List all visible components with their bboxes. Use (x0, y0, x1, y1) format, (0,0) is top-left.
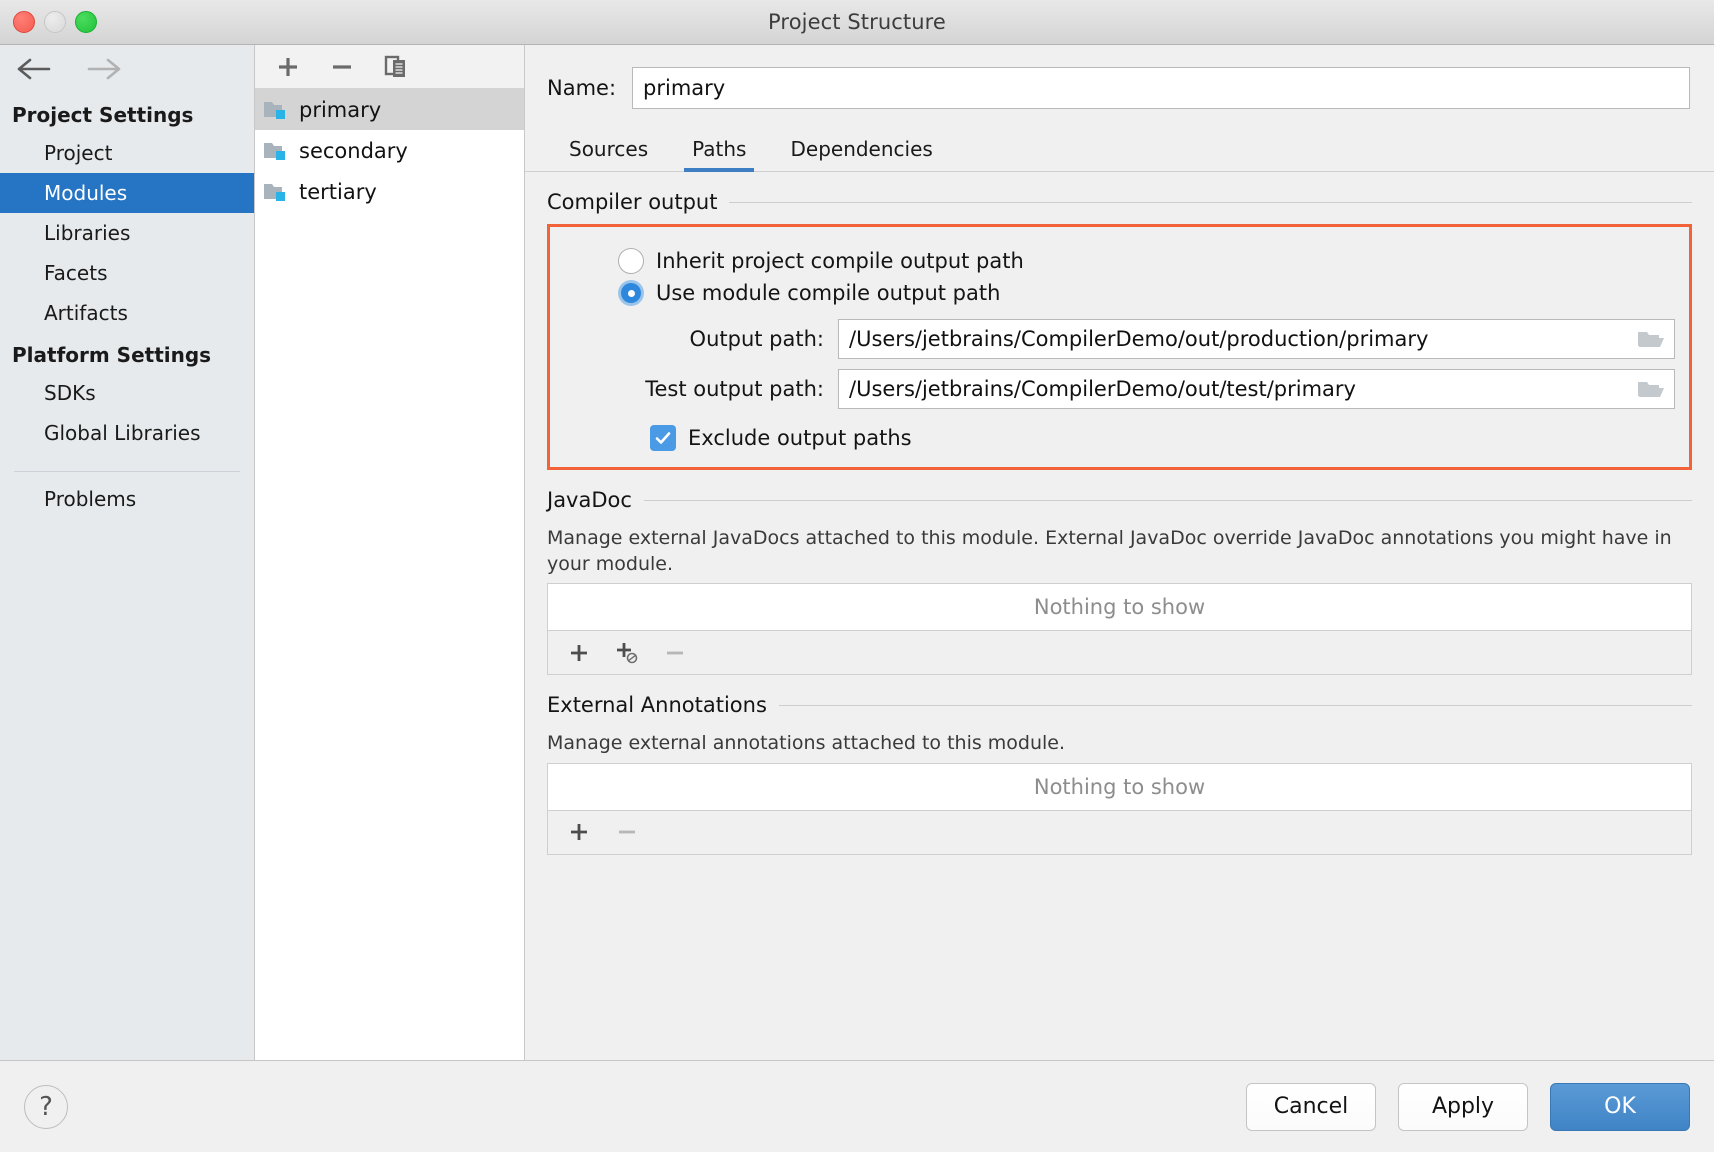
javadoc-toolbar (547, 631, 1692, 675)
use-module-output-radio-row[interactable]: Use module compile output path (564, 277, 1675, 309)
section-rule (729, 202, 1692, 203)
sidebar-item-global-libraries[interactable]: Global Libraries (0, 413, 254, 453)
output-path-label: Output path: (564, 327, 824, 351)
settings-sidebar: Project Settings Project Modules Librari… (0, 45, 255, 1060)
test-output-path-field[interactable]: /Users/jetbrains/CompilerDemo/out/test/p… (838, 369, 1675, 409)
minus-icon (612, 817, 642, 847)
minimize-button[interactable] (44, 11, 66, 33)
external-annotations-description: Manage external annotations attached to … (547, 717, 1692, 763)
module-name: primary (299, 98, 381, 122)
use-module-output-label: Use module compile output path (656, 281, 1000, 305)
javadoc-section-header: JavaDoc (547, 470, 1692, 512)
sidebar-item-libraries[interactable]: Libraries (0, 213, 254, 253)
section-rule (644, 500, 1692, 501)
plus-icon[interactable] (564, 638, 594, 668)
list-item[interactable]: tertiary (255, 171, 524, 212)
dialog-body: Project Settings Project Modules Librari… (0, 45, 1714, 1060)
window-title: Project Structure (768, 10, 946, 34)
ok-button[interactable]: OK (1550, 1083, 1690, 1131)
sidebar-item-problems[interactable]: Problems (0, 472, 254, 519)
tab-sources[interactable]: Sources (547, 131, 670, 171)
help-icon[interactable]: ? (24, 1085, 68, 1129)
plus-icon[interactable] (273, 52, 303, 82)
editor-tabs: Sources Paths Dependencies (525, 109, 1714, 172)
module-editor: Name: Sources Paths Dependencies Compile… (525, 45, 1714, 1060)
test-output-path-value: /Users/jetbrains/CompilerDemo/out/test/p… (849, 377, 1634, 401)
inherit-output-radio-row[interactable]: Inherit project compile output path (564, 245, 1675, 277)
arrow-right-icon[interactable] (84, 55, 124, 83)
copy-icon[interactable] (381, 52, 411, 82)
external-annotations-toolbar (547, 811, 1692, 855)
modules-toolbar (255, 45, 524, 89)
nav-group-title-project-settings: Project Settings (0, 93, 254, 133)
sidebar-item-project[interactable]: Project (0, 133, 254, 173)
arrow-left-icon[interactable] (14, 55, 54, 83)
modules-list-panel: primary secondary tertia (255, 45, 525, 1060)
javadoc-label: JavaDoc (547, 488, 632, 512)
window-controls (13, 11, 97, 33)
javadoc-description: Manage external JavaDocs attached to thi… (547, 512, 1692, 583)
module-folder-icon (263, 181, 289, 203)
output-path-row: Output path: /Users/jetbrains/CompilerDe… (564, 309, 1675, 359)
minus-icon (660, 638, 690, 668)
radio-unchecked-icon[interactable] (618, 248, 644, 274)
test-output-path-row: Test output path: /Users/jetbrains/Compi… (564, 359, 1675, 409)
folder-open-icon[interactable] (1634, 325, 1668, 353)
nav-group-title-platform-settings: Platform Settings (0, 333, 254, 373)
section-rule (779, 705, 1692, 706)
external-annotations-list[interactable]: Nothing to show (547, 763, 1692, 811)
radio-checked-icon[interactable] (618, 280, 644, 306)
tab-paths[interactable]: Paths (670, 131, 768, 171)
output-path-field[interactable]: /Users/jetbrains/CompilerDemo/out/produc… (838, 319, 1675, 359)
external-annotations-empty-text: Nothing to show (1034, 775, 1205, 799)
module-name: tertiary (299, 180, 377, 204)
list-item[interactable]: primary (255, 89, 524, 130)
folder-open-icon[interactable] (1634, 375, 1668, 403)
list-item[interactable]: secondary (255, 130, 524, 171)
exclude-output-paths-label: Exclude output paths (688, 426, 912, 450)
checkbox-checked-icon[interactable] (650, 425, 676, 451)
external-annotations-label: External Annotations (547, 693, 767, 717)
paths-tab-content: Compiler output Inherit project compile … (525, 172, 1714, 1060)
module-folder-icon (263, 99, 289, 121)
module-name-row: Name: (525, 45, 1714, 109)
plus-icon[interactable] (564, 817, 594, 847)
external-annotations-section-header: External Annotations (547, 675, 1692, 717)
title-bar: Project Structure (0, 0, 1714, 45)
compiler-output-section-header: Compiler output (547, 172, 1692, 214)
minus-icon[interactable] (327, 52, 357, 82)
project-structure-dialog: Project Structure Project Settings Proje… (0, 0, 1714, 1152)
javadoc-empty-text: Nothing to show (1034, 595, 1205, 619)
name-label: Name: (547, 76, 616, 100)
sidebar-item-artifacts[interactable]: Artifacts (0, 293, 254, 333)
javadoc-list[interactable]: Nothing to show (547, 583, 1692, 631)
cancel-button[interactable]: Cancel (1246, 1083, 1376, 1131)
close-button[interactable] (13, 11, 35, 33)
compiler-output-highlight-box: Inherit project compile output path Use … (547, 224, 1692, 470)
module-name: secondary (299, 139, 408, 163)
plus-url-icon[interactable] (612, 638, 642, 668)
sidebar-filler (0, 519, 254, 1060)
module-folder-icon (263, 140, 289, 162)
exclude-output-paths-row[interactable]: Exclude output paths (564, 409, 1675, 451)
sidebar-item-modules[interactable]: Modules (0, 173, 254, 213)
compiler-output-label: Compiler output (547, 190, 717, 214)
output-path-value: /Users/jetbrains/CompilerDemo/out/produc… (849, 327, 1634, 351)
sidebar-item-facets[interactable]: Facets (0, 253, 254, 293)
maximize-button[interactable] (75, 11, 97, 33)
apply-button[interactable]: Apply (1398, 1083, 1528, 1131)
module-name-input[interactable] (632, 67, 1690, 109)
dialog-footer: ? Cancel Apply OK (0, 1060, 1714, 1152)
nav-history-controls (0, 45, 254, 93)
tab-dependencies[interactable]: Dependencies (768, 131, 954, 171)
inherit-output-label: Inherit project compile output path (656, 249, 1024, 273)
test-output-path-label: Test output path: (564, 377, 824, 401)
sidebar-item-sdks[interactable]: SDKs (0, 373, 254, 413)
